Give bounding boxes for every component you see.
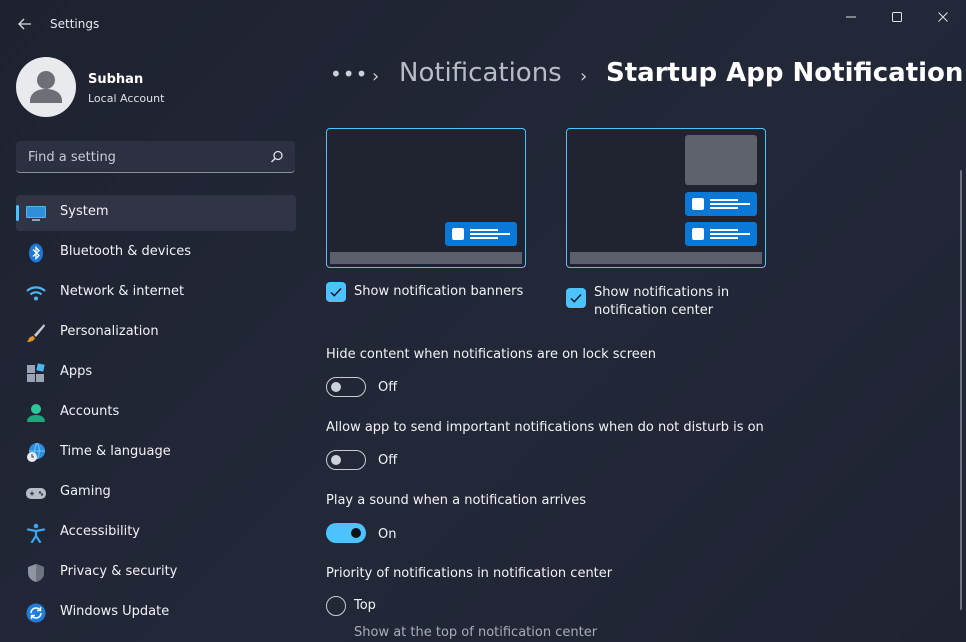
title-bar: Settings xyxy=(0,0,966,48)
apps-icon xyxy=(27,363,45,382)
app-title: Settings xyxy=(50,17,100,31)
sidebar-item-accounts[interactable]: Accounts xyxy=(16,395,296,431)
bluetooth-icon xyxy=(29,243,43,263)
sidebar-item-label: Accounts xyxy=(60,404,120,419)
gamepad-icon xyxy=(26,488,46,499)
dnd-label: Allow app to send important notification… xyxy=(326,420,764,435)
sidebar-item-network[interactable]: Network & internet xyxy=(16,275,296,311)
taskbar-illustration xyxy=(330,252,522,264)
minimize-icon xyxy=(846,16,856,18)
priority-top-description: Show at the top of notification center xyxy=(354,625,598,640)
wifi-icon xyxy=(26,286,46,301)
sidebar-item-apps[interactable]: Apps xyxy=(16,355,296,391)
arrow-left-icon xyxy=(18,18,31,30)
priority-top-label: Top xyxy=(354,598,376,613)
dnd-state: Off xyxy=(378,453,398,468)
sidebar-item-bluetooth[interactable]: Bluetooth & devices xyxy=(16,235,296,271)
maximize-button[interactable] xyxy=(877,6,917,28)
breadcrumb-more-button[interactable]: ••• xyxy=(330,62,368,86)
account-type: Local Account xyxy=(88,92,165,105)
toast-illustration xyxy=(445,222,517,246)
notification-center-preview xyxy=(566,128,766,268)
show-banners-checkbox[interactable] xyxy=(326,282,346,302)
checkmark-icon xyxy=(330,287,342,297)
checkmark-icon xyxy=(570,293,582,303)
toast-illustration xyxy=(685,192,757,216)
hide-content-toggle[interactable] xyxy=(326,377,366,397)
priority-label: Priority of notifications in notificatio… xyxy=(326,566,613,581)
page-title: Startup App Notification xyxy=(606,58,964,88)
hide-content-state: Off xyxy=(378,380,398,395)
search-icon[interactable] xyxy=(270,150,284,164)
maximize-icon xyxy=(892,12,902,22)
sidebar-item-time-language[interactable]: Time & language xyxy=(16,435,296,471)
person-icon xyxy=(30,71,62,103)
sidebar-item-label: Network & internet xyxy=(60,284,185,299)
update-icon xyxy=(26,603,46,623)
close-button[interactable] xyxy=(923,6,963,28)
avatar[interactable] xyxy=(16,57,76,117)
sidebar-item-personalization[interactable]: Personalization xyxy=(16,315,296,351)
show-in-center-label: Show notifications in notification cente… xyxy=(594,284,729,320)
card-illustration xyxy=(685,135,757,185)
person-icon xyxy=(27,404,45,422)
sound-toggle[interactable] xyxy=(326,523,366,543)
paintbrush-icon xyxy=(27,324,45,342)
sidebar-item-label: Accessibility xyxy=(60,524,140,539)
sidebar-item-label: Bluetooth & devices xyxy=(60,244,191,259)
sidebar-item-system[interactable]: System xyxy=(16,195,296,231)
sidebar-item-privacy-security[interactable]: Privacy & security xyxy=(16,555,296,591)
sound-state: On xyxy=(378,527,397,542)
hide-content-label: Hide content when notifications are on l… xyxy=(326,347,656,362)
sidebar-item-label: Personalization xyxy=(60,324,159,339)
user-name: Subhan xyxy=(88,72,144,87)
breadcrumb-separator: › xyxy=(580,66,588,87)
sidebar-item-label: System xyxy=(60,204,109,219)
sidebar-item-label: Gaming xyxy=(60,484,111,499)
sidebar-item-label: Privacy & security xyxy=(60,564,178,579)
sidebar-item-accessibility[interactable]: Accessibility xyxy=(16,515,296,551)
taskbar-illustration xyxy=(570,252,762,264)
toast-illustration xyxy=(685,222,757,246)
search-box xyxy=(16,141,295,173)
sidebar-item-windows-update[interactable]: Windows Update xyxy=(16,595,296,631)
monitor-icon xyxy=(26,206,46,221)
show-in-center-label-line1: Show notifications in xyxy=(594,285,730,300)
minimize-button[interactable] xyxy=(831,6,871,28)
globe-clock-icon xyxy=(27,443,45,462)
banner-preview xyxy=(326,128,526,268)
back-button[interactable] xyxy=(12,12,38,36)
sidebar-item-gaming[interactable]: Gaming xyxy=(16,475,296,511)
search-input[interactable] xyxy=(26,141,265,173)
sidebar-item-label: Time & language xyxy=(60,444,171,459)
breadcrumb-parent-link[interactable]: Notifications xyxy=(399,58,562,88)
show-in-center-checkbox[interactable] xyxy=(566,288,586,308)
sidebar-item-label: Apps xyxy=(60,364,93,379)
close-icon xyxy=(938,12,948,22)
sound-label: Play a sound when a notification arrives xyxy=(326,493,587,508)
show-banners-label: Show notification banners xyxy=(354,284,524,299)
show-in-center-label-line2: notification center xyxy=(594,303,714,318)
breadcrumb-separator: › xyxy=(372,66,380,87)
shield-icon xyxy=(28,564,44,582)
scrollbar[interactable] xyxy=(960,170,962,610)
accessibility-icon xyxy=(26,523,46,543)
dnd-toggle[interactable] xyxy=(326,450,366,470)
priority-top-radio[interactable] xyxy=(326,596,346,616)
sidebar-item-label: Windows Update xyxy=(60,604,170,619)
